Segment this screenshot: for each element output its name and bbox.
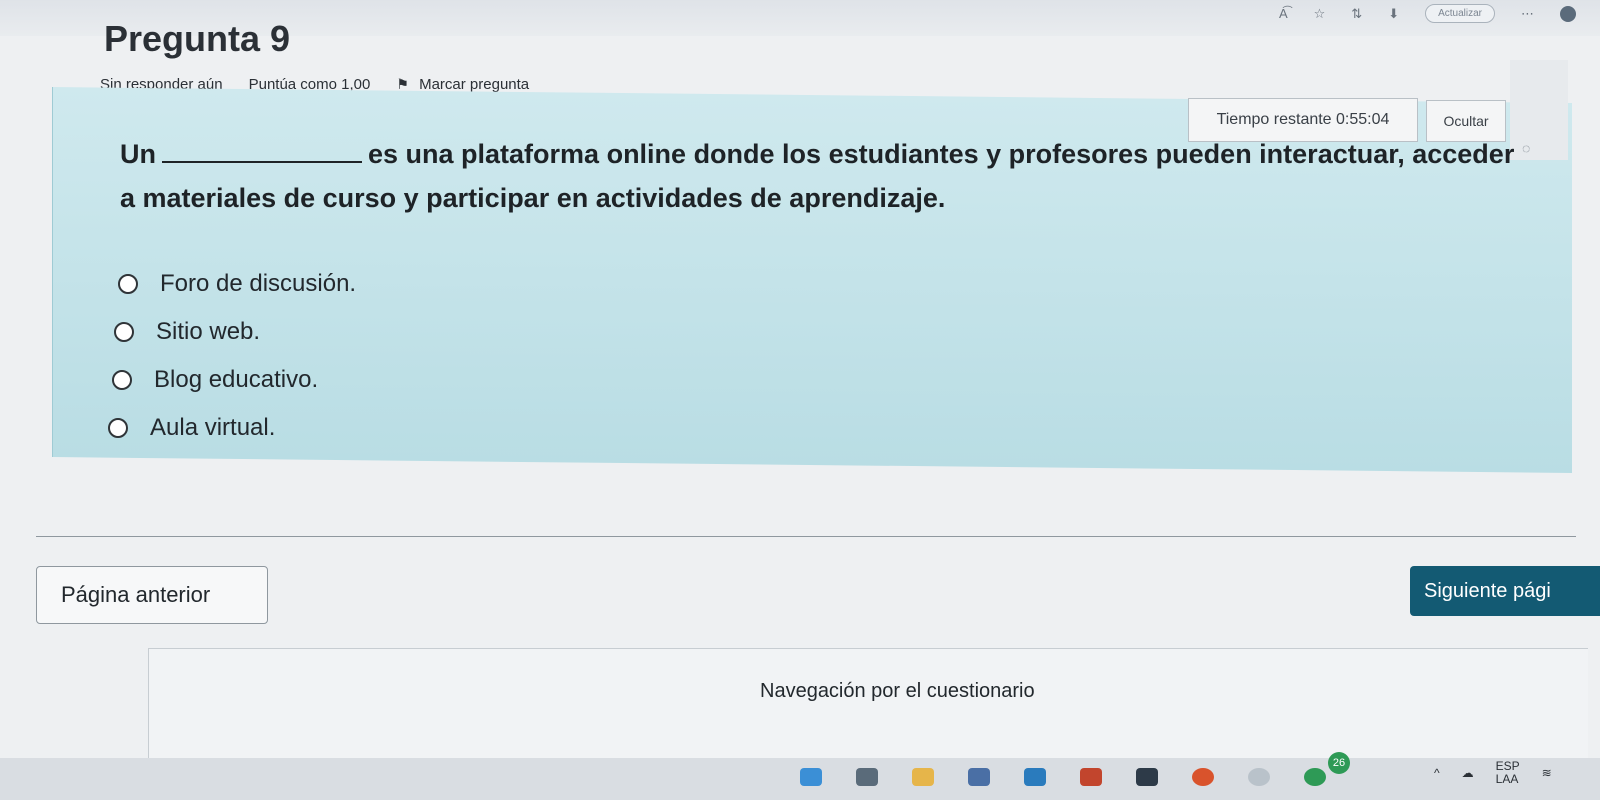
answer-blank xyxy=(162,161,362,163)
taskbar-apps xyxy=(800,768,1326,786)
radio-button[interactable] xyxy=(112,370,132,390)
browser-icons: A͡ ☆ ⇅ ⬇ Actualizar ⋯ xyxy=(1279,4,1576,23)
favorite-icon[interactable]: ☆ xyxy=(1314,6,1326,22)
answer-options: Foro de discusión. Sitio web. Blog educa… xyxy=(108,260,356,452)
question-text-rest: es una plataforma online donde los estud… xyxy=(120,139,1515,213)
question-text: Un es una plataforma online donde los est… xyxy=(120,132,1520,220)
option-label: Blog educativo. xyxy=(154,366,319,393)
radio-button[interactable] xyxy=(118,274,138,294)
chevron-up-icon[interactable]: ^ xyxy=(1434,766,1440,780)
browser-icon[interactable] xyxy=(1192,768,1214,786)
drawer-toggle-icon[interactable]: ◌ xyxy=(1522,140,1530,156)
previous-page-button[interactable]: Página anterior xyxy=(36,566,268,624)
divider xyxy=(36,536,1576,537)
option-label: Foro de discusión. xyxy=(160,270,357,297)
wifi-icon[interactable]: ≋ xyxy=(1542,766,1552,780)
timer-label: Tiempo restante xyxy=(1216,111,1332,128)
question-text-start: Un xyxy=(120,139,156,169)
language-indicator[interactable]: ESP LAA xyxy=(1496,760,1520,786)
option-foro[interactable]: Foro de discusión. xyxy=(118,260,356,308)
system-tray: ^ ☁ ESP LAA ≋ xyxy=(1434,760,1552,786)
profile-icon[interactable] xyxy=(1560,5,1576,22)
text-size-icon[interactable]: A͡ xyxy=(1279,6,1288,21)
next-page-button[interactable]: Siguiente pági xyxy=(1410,566,1600,616)
quiz-navigation-title: Navegación por el cuestionario xyxy=(760,680,1035,702)
cloud-icon[interactable]: ☁ xyxy=(1462,766,1474,780)
update-button[interactable]: Actualizar xyxy=(1425,4,1495,23)
folder-icon[interactable] xyxy=(912,768,934,786)
radio-button[interactable] xyxy=(108,418,128,438)
app-icon[interactable] xyxy=(800,768,822,786)
option-label: Sitio web. xyxy=(156,318,261,345)
option-label: Aula virtual. xyxy=(150,414,276,441)
app-icon[interactable] xyxy=(1248,768,1270,786)
option-blog[interactable]: Blog educativo. xyxy=(112,356,356,404)
store-icon[interactable] xyxy=(968,768,990,786)
option-aula-virtual[interactable]: Aula virtual. xyxy=(108,404,356,452)
more-icon[interactable]: ⋯ xyxy=(1521,6,1534,22)
extension-icon[interactable]: ⇅ xyxy=(1351,6,1362,22)
keyboard-layout: LAA xyxy=(1495,772,1519,786)
whatsapp-icon[interactable] xyxy=(1304,768,1326,786)
notification-badge: 26 xyxy=(1328,752,1350,774)
option-sitio-web[interactable]: Sitio web. xyxy=(114,308,356,356)
app-icon[interactable] xyxy=(856,768,878,786)
radio-button[interactable] xyxy=(114,322,134,342)
question-title: Pregunta 9 xyxy=(104,18,291,59)
download-icon[interactable]: ⬇ xyxy=(1388,6,1399,22)
quiz-navigation-block xyxy=(148,648,1588,758)
quiz-page: A͡ ☆ ⇅ ⬇ Actualizar ⋯ Pregunta 9 Sin res… xyxy=(0,0,1600,800)
app-icon[interactable] xyxy=(1080,768,1102,786)
app-icon[interactable] xyxy=(1024,768,1046,786)
timer-value: 0:55:04 xyxy=(1336,111,1390,128)
media-icon[interactable] xyxy=(1136,768,1158,786)
